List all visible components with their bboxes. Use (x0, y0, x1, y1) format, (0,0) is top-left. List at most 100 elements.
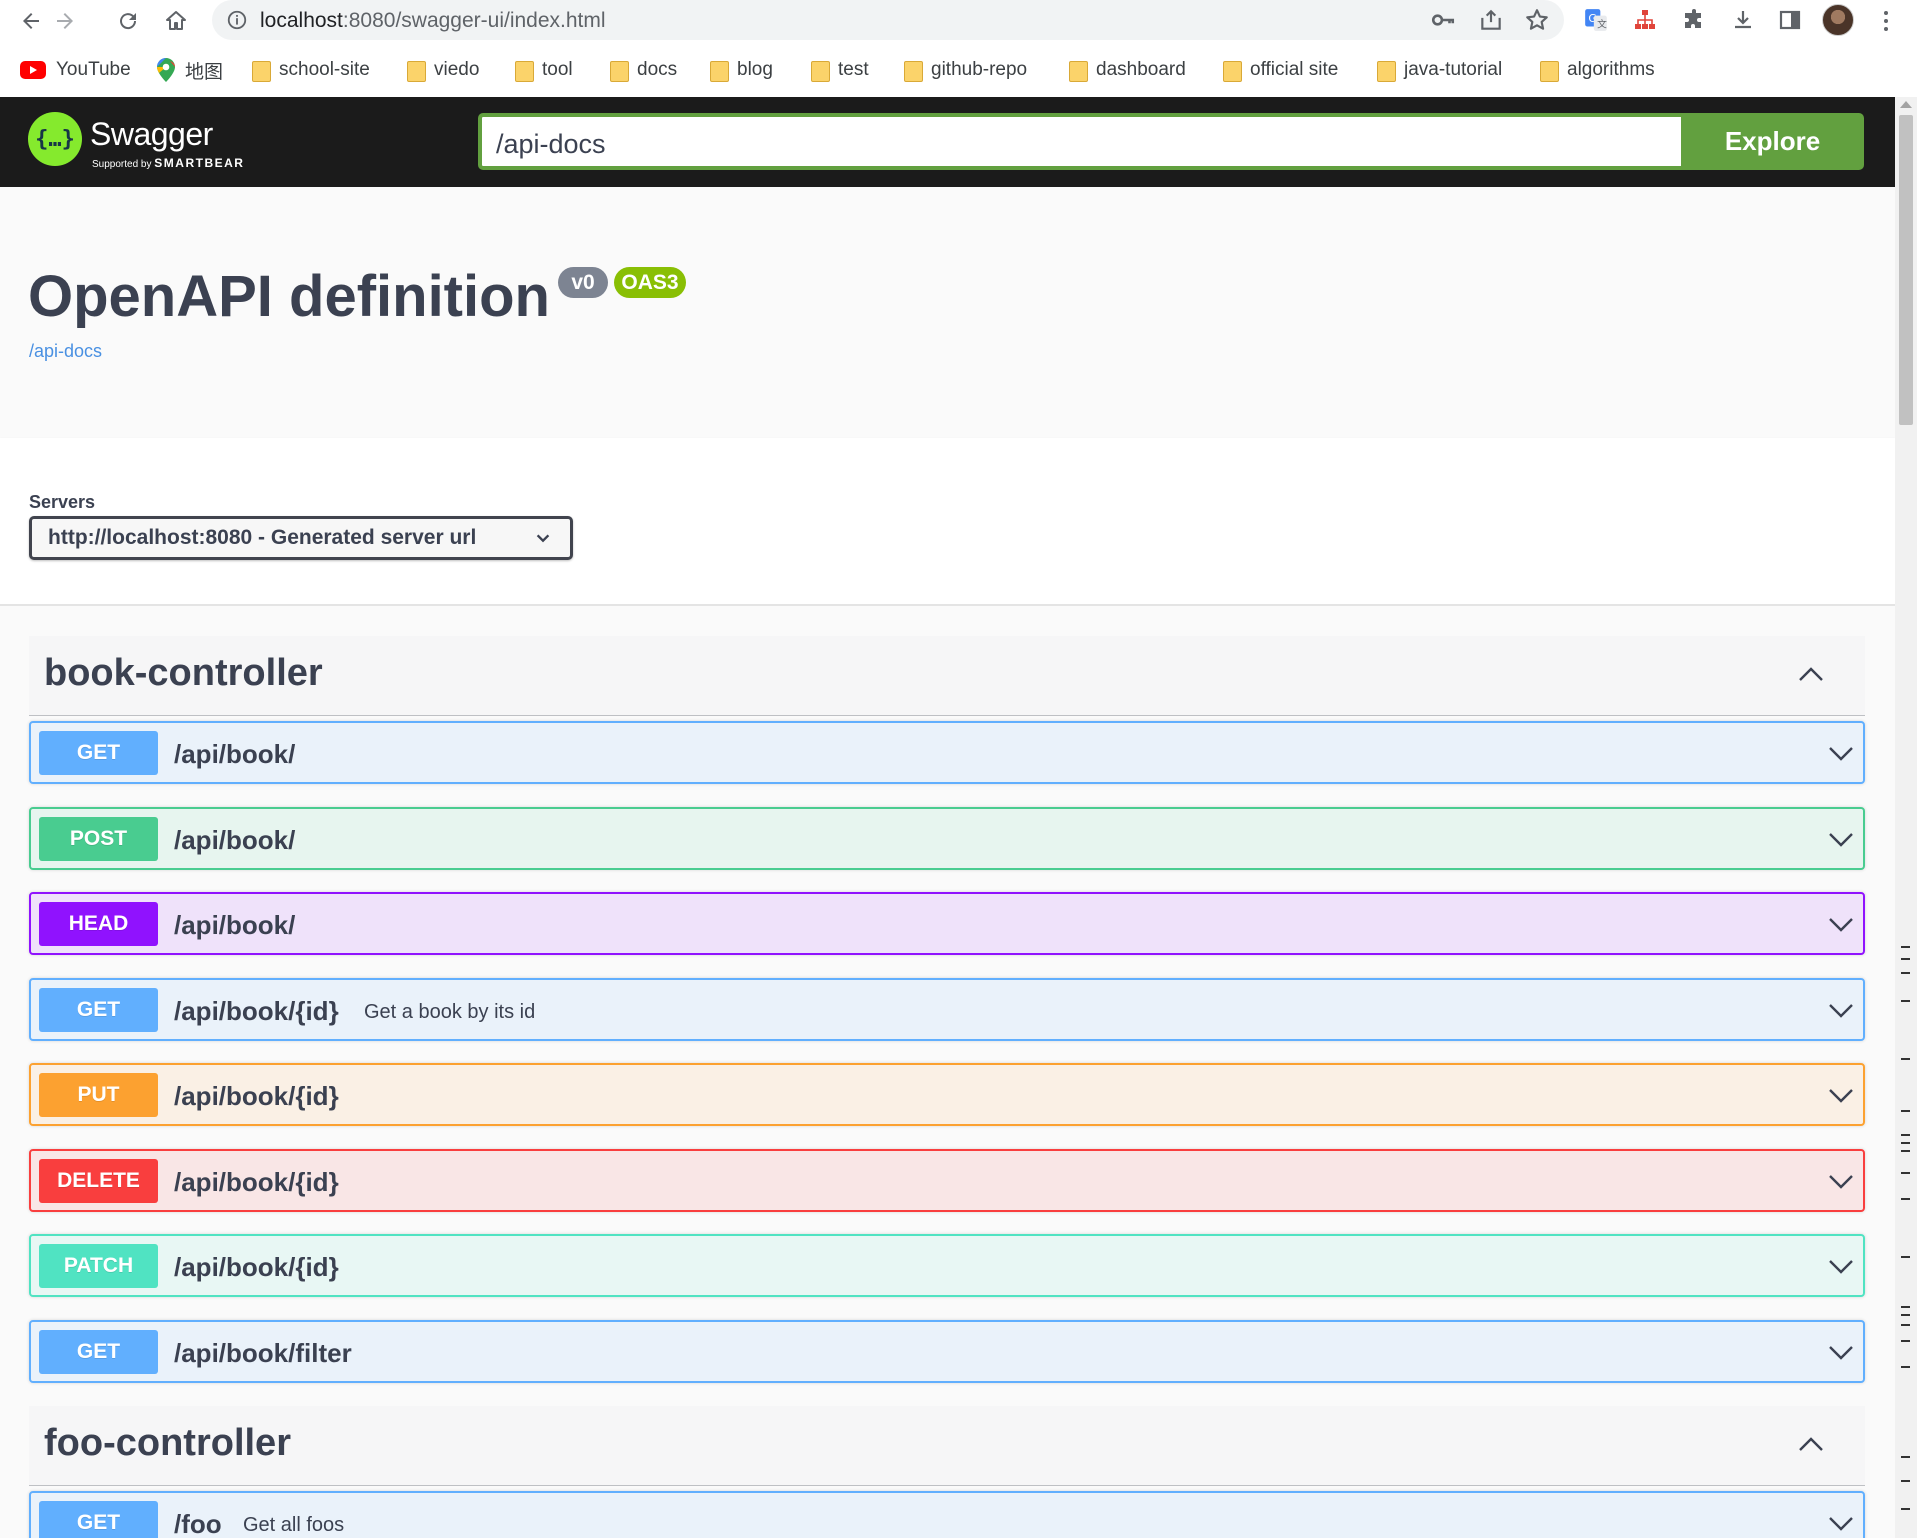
bookmark-tool[interactable]: tool (515, 56, 573, 84)
bookmark-maps[interactable]: 地图 (157, 56, 223, 84)
folder-icon (811, 60, 830, 82)
side-panel-icon[interactable] (1776, 6, 1804, 34)
operation-head-api-book[interactable]: HEAD /api/book/ (29, 892, 1865, 955)
chevron-up-icon[interactable] (1797, 1434, 1825, 1454)
folder-icon (1377, 60, 1396, 82)
chevron-down-icon[interactable] (1827, 829, 1855, 849)
bookmark-viedo[interactable]: viedo (407, 56, 479, 84)
chevron-down-icon[interactable] (1827, 1513, 1855, 1533)
operation-path: /api/book/ (174, 825, 296, 855)
operations-section: book-controller GET /api/book/ POST /api… (0, 606, 1895, 1538)
scroll-marker (1901, 1480, 1910, 1482)
swagger-logo-title: Swagger (90, 116, 213, 152)
scroll-marker (1901, 1110, 1910, 1112)
spec-url-input[interactable]: /api-docs (478, 113, 1681, 170)
bookmark-label: official site (1250, 59, 1339, 80)
profile-avatar[interactable] (1822, 4, 1854, 36)
reload-button[interactable] (111, 4, 145, 38)
bookmark-label: test (838, 59, 869, 80)
bookmark-label: algorithms (1567, 59, 1655, 80)
forward-button[interactable] (48, 4, 82, 38)
swagger-logo[interactable]: {…} Swagger Supported by SMARTBEAR (28, 112, 248, 172)
bookmark-official-site[interactable]: official site (1223, 56, 1338, 84)
folder-icon (407, 60, 426, 82)
bookmarks-bar: YouTube 地图 school-site viedo tool docs b… (0, 50, 1917, 90)
operation-path: /foo (174, 1509, 222, 1538)
operation-get-api-book[interactable]: GET /api/book/ (29, 721, 1865, 784)
chevron-down-icon[interactable] (1827, 914, 1855, 934)
page-scrollbar[interactable] (1895, 97, 1917, 1538)
operation-patch-api-book-id[interactable]: PATCH /api/book/{id} (29, 1234, 1865, 1297)
bookmark-github-repo[interactable]: github-repo (904, 56, 1027, 84)
download-icon[interactable] (1729, 6, 1757, 34)
bookmark-youtube[interactable]: YouTube (20, 56, 131, 84)
scroll-marker (1901, 1366, 1910, 1368)
translate-extension-icon[interactable]: G文 (1582, 6, 1610, 34)
share-icon[interactable] (1478, 7, 1504, 33)
arrow-left-icon (23, 13, 39, 29)
bookmark-label: school-site (279, 59, 370, 80)
scroll-up-arrow-icon[interactable] (1900, 101, 1912, 108)
chevron-down-icon[interactable] (1827, 743, 1855, 763)
operation-get-api-book-id[interactable]: GET /api/book/{id} Get a book by its id (29, 978, 1865, 1041)
scroll-marker (1901, 1306, 1910, 1308)
address-bar[interactable]: localhost:8080/swagger-ui/index.html (212, 0, 1564, 40)
bookmark-test[interactable]: test (811, 56, 869, 84)
star-icon[interactable] (1524, 7, 1550, 33)
scroll-marker (1901, 972, 1910, 974)
spec-link[interactable]: /api-docs (29, 341, 102, 362)
chevron-down-icon[interactable] (1827, 1085, 1855, 1105)
explore-button[interactable]: Explore (1681, 113, 1864, 170)
operation-delete-api-book-id[interactable]: DELETE /api/book/{id} (29, 1149, 1865, 1212)
operation-get-foo[interactable]: GET /foo Get all foos (29, 1491, 1865, 1538)
address-url[interactable]: localhost:8080/swagger-ui/index.html (260, 9, 606, 33)
folder-icon (252, 60, 271, 82)
scroll-marker (1901, 1314, 1910, 1316)
scroll-marker (1901, 1198, 1910, 1200)
home-button[interactable] (159, 4, 193, 38)
tag-book-controller[interactable]: book-controller (29, 636, 1865, 716)
bookmark-docs[interactable]: docs (610, 56, 677, 84)
back-button[interactable] (14, 4, 48, 38)
info-icon[interactable] (226, 9, 248, 31)
tag-foo-controller[interactable]: foo-controller (29, 1406, 1865, 1486)
operation-path: /api/book/{id} (174, 1167, 339, 1197)
method-badge: PATCH (39, 1244, 158, 1288)
logo-sub-prefix: Supported by (92, 159, 152, 170)
sitemap-extension-icon[interactable] (1631, 6, 1659, 34)
operation-get-api-book-filter[interactable]: GET /api/book/filter (29, 1320, 1865, 1383)
chevron-down-icon[interactable] (1827, 1000, 1855, 1020)
operation-path: /api/book/{id} (174, 1081, 339, 1111)
method-badge: POST (39, 817, 158, 861)
swagger-logo-subtitle: Supported by SMARTBEAR (92, 156, 244, 170)
chevron-down-icon[interactable] (1827, 1342, 1855, 1362)
folder-icon (904, 60, 923, 82)
reload-icon (120, 13, 137, 30)
bookmark-algorithms[interactable]: algorithms (1540, 56, 1655, 84)
operation-put-api-book-id[interactable]: PUT /api/book/{id} (29, 1063, 1865, 1126)
operation-post-api-book[interactable]: POST /api/book/ (29, 807, 1865, 870)
bookmark-school-site[interactable]: school-site (252, 56, 370, 84)
bookmark-label: YouTube (56, 59, 131, 80)
bookmark-label: docs (637, 59, 678, 80)
scrollbar-thumb[interactable] (1899, 115, 1913, 425)
scroll-marker (1901, 1324, 1910, 1326)
scroll-marker (1901, 1256, 1910, 1258)
chevron-down-icon[interactable] (1827, 1256, 1855, 1276)
scroll-marker (1901, 1508, 1910, 1510)
browser-menu-icon[interactable] (1876, 6, 1896, 36)
bookmark-dashboard[interactable]: dashboard (1069, 56, 1186, 84)
servers-select[interactable]: http://localhost:8080 - Generated server… (29, 516, 573, 560)
version-badge: v0 (558, 267, 608, 298)
api-title: OpenAPI definition (28, 264, 550, 329)
operation-path: /api/book/filter (174, 1338, 352, 1368)
chevron-down-icon[interactable] (1827, 1171, 1855, 1191)
method-badge: GET (39, 731, 158, 775)
bookmark-blog[interactable]: blog (710, 56, 773, 84)
scroll-marker (1901, 958, 1910, 960)
scroll-marker (1901, 1340, 1910, 1342)
puzzle-icon[interactable] (1680, 6, 1708, 34)
chevron-up-icon[interactable] (1797, 664, 1825, 684)
bookmark-java-tutorial[interactable]: java-tutorial (1377, 56, 1502, 84)
key-icon[interactable] (1430, 7, 1456, 33)
